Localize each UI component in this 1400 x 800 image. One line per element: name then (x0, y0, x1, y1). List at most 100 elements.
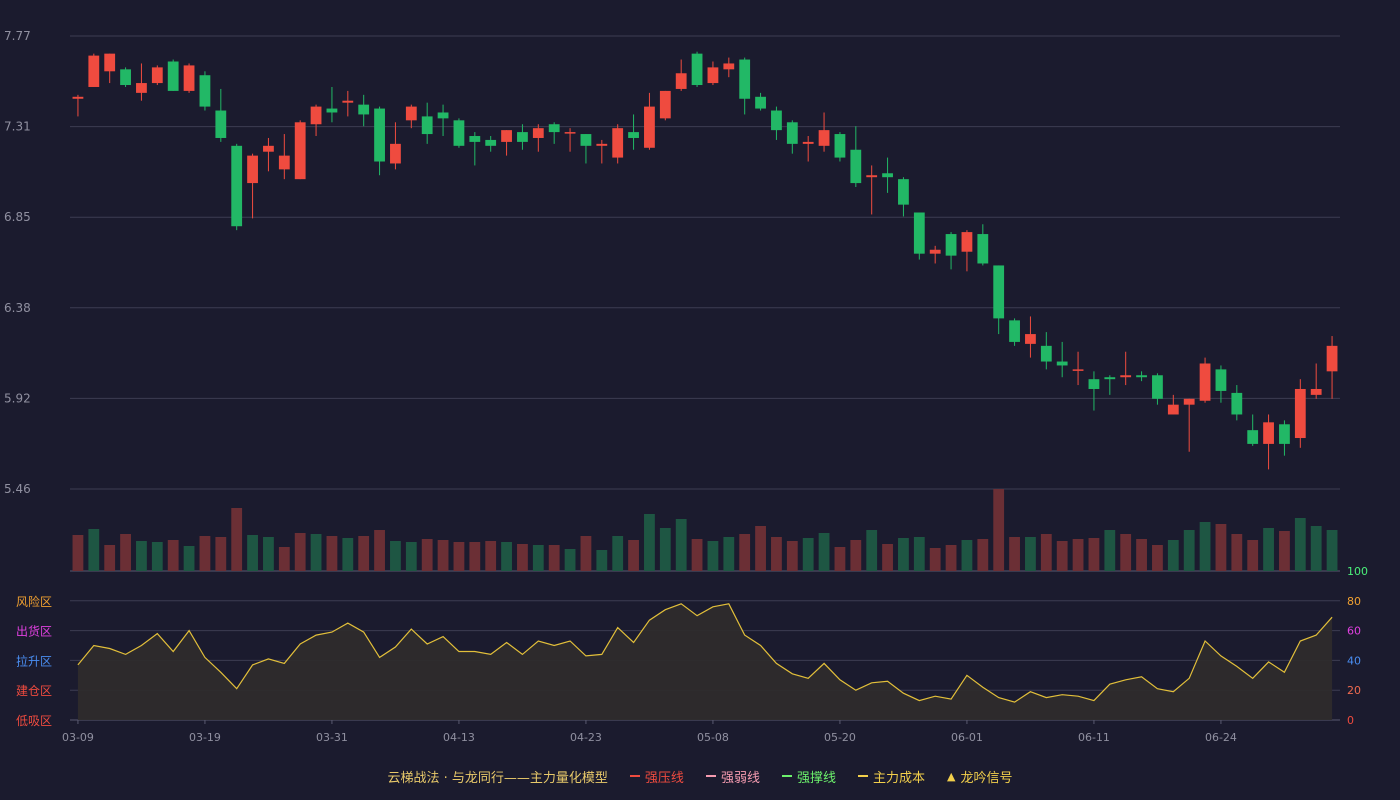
volume-bar (1167, 540, 1179, 571)
candle-body (961, 232, 973, 252)
volume-bar (1152, 545, 1163, 571)
candle-body (104, 53, 116, 72)
volume-bar (501, 542, 512, 571)
volume-bar (215, 537, 227, 571)
oscillator-area (77, 603, 1333, 720)
candle-body (913, 212, 925, 254)
legend-item-support-line[interactable]: 强撑线 (781, 767, 836, 786)
candle-body (818, 130, 830, 146)
legend-item-strength-line[interactable]: 强弱线 (705, 767, 760, 786)
price-tick-label: 6.38 (4, 301, 31, 315)
volume-bar (866, 530, 878, 571)
legend-item-main-cost[interactable]: 主力成本 (857, 767, 925, 786)
candle-body (580, 134, 592, 146)
legend-swatch-yellow-dashed-line (857, 775, 868, 777)
volume-bar (485, 541, 497, 571)
triangle-icon: ▲ (946, 769, 956, 783)
candle-body (310, 106, 322, 125)
volume-bar (1231, 534, 1243, 571)
candle-body (1104, 377, 1116, 380)
x-tick-label: 03-19 (189, 731, 221, 744)
volume-bar (1183, 530, 1195, 571)
candle-body (866, 175, 878, 178)
volume-bar (1009, 537, 1020, 571)
volume-bar (1199, 522, 1211, 571)
volume-bar (532, 545, 544, 571)
candle-body (405, 106, 417, 121)
candle-body (739, 59, 751, 99)
candle-body (1120, 375, 1132, 378)
candle-body (596, 143, 608, 146)
oscillator-zone-label: 出货区 (16, 624, 52, 639)
candle-body (517, 132, 528, 142)
oscillator-right-tick: 80 (1347, 595, 1361, 608)
volume-bar (437, 540, 449, 571)
x-tick-label: 04-23 (570, 731, 602, 744)
candle-body (501, 130, 512, 142)
candle-body (644, 106, 655, 148)
candle-body (263, 145, 274, 152)
volume-bar (882, 544, 893, 571)
volume-bar (818, 533, 830, 571)
candle-body (183, 65, 195, 91)
x-tick-label: 05-08 (697, 731, 729, 744)
candle-body (564, 132, 576, 134)
volume-bar (421, 539, 433, 571)
volume-bar (247, 535, 258, 571)
volume-bar (120, 534, 131, 571)
volume-bar (199, 536, 211, 571)
candle-body (247, 155, 258, 184)
volume-bar (1294, 518, 1306, 571)
legend-item-strong-pressure[interactable]: 强压线 (629, 767, 684, 786)
oscillator-zone-label: 风险区 (16, 594, 52, 609)
candle-body (612, 128, 624, 158)
candle-body (1136, 375, 1147, 378)
candle-body (390, 143, 401, 164)
x-tick-label: 06-01 (951, 731, 983, 744)
volume-bar (723, 537, 735, 571)
candle-body (628, 132, 639, 138)
volume-bar (469, 542, 481, 571)
volume-bar (405, 542, 417, 571)
candle-body (548, 124, 560, 133)
legend-label: 强撑线 (796, 770, 836, 786)
oscillator-zone-label: 低吸区 (16, 714, 52, 728)
candle-body (231, 145, 243, 227)
chart-legend: 云梯战法 · 与龙同行——主力量化模型 强压线 强弱线 强撑线 主力成本 ▲ 龙… (0, 762, 1400, 790)
candle-body (437, 112, 449, 119)
price-tick-label: 5.46 (4, 482, 31, 496)
candle-body (707, 67, 719, 84)
volume-bar (771, 537, 782, 571)
candle-body (802, 141, 814, 144)
volume-bar (358, 536, 370, 571)
legend-item-dragon-signal[interactable]: ▲ 龙吟信号 (947, 767, 1012, 786)
volume-bar (151, 542, 163, 571)
x-tick-label: 06-11 (1078, 731, 1110, 744)
candle-body (675, 73, 687, 89)
candle-body (898, 179, 909, 205)
candle-body (278, 155, 290, 170)
volume-bar (707, 541, 719, 571)
candle-body (1326, 345, 1338, 372)
volume-bar (739, 534, 751, 571)
volume-bar (564, 549, 576, 571)
volume-bar (898, 538, 909, 571)
candle-body (1231, 392, 1243, 415)
oscillator-zone-label: 建仓区 (16, 684, 52, 698)
oscillator-right-tick: 100 (1347, 565, 1368, 578)
oscillator-right-tick: 20 (1347, 684, 1361, 697)
volume-bar (659, 528, 671, 571)
x-tick-label: 03-31 (316, 731, 348, 744)
volume-bar (183, 546, 195, 571)
candle-body (1167, 404, 1179, 415)
volume-bar (1279, 531, 1290, 571)
price-tick-label: 7.77 (4, 29, 31, 43)
volume-bar (326, 536, 338, 571)
volume-bar (294, 533, 306, 571)
candle-body (1009, 320, 1020, 342)
volume-bar (1263, 528, 1274, 571)
volume-bar (675, 519, 687, 571)
x-tick-label: 06-24 (1205, 731, 1237, 744)
candle-body (659, 90, 671, 119)
candle-body (72, 96, 84, 99)
